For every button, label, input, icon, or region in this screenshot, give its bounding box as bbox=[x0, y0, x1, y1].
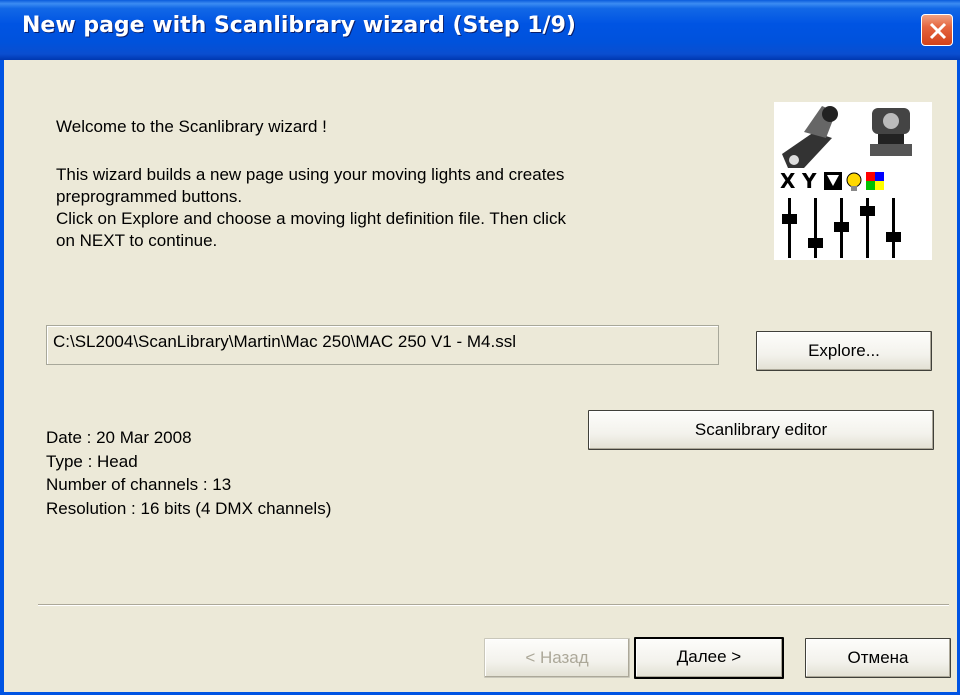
scanlibrary-editor-button[interactable]: Scanlibrary editor bbox=[588, 410, 934, 450]
explore-button[interactable]: Explore... bbox=[756, 331, 932, 371]
back-button[interactable]: < Назад bbox=[484, 638, 630, 678]
dialog-body: Welcome to the Scanlibrary wizard ! This… bbox=[4, 60, 957, 692]
faders-icon bbox=[782, 198, 901, 258]
info-channels: Number of channels : 13 bbox=[46, 475, 232, 494]
title-bar[interactable]: New page with Scanlibrary wizard (Step 1… bbox=[0, 0, 960, 60]
footer-divider bbox=[38, 604, 949, 606]
welcome-text: Welcome to the Scanlibrary wizard ! bbox=[56, 117, 327, 136]
intro-line-1: This wizard builds a new page using your… bbox=[56, 165, 565, 184]
moving-head-icon bbox=[782, 106, 838, 168]
intro-line-3: Click on Explore and choose a moving lig… bbox=[56, 209, 566, 228]
info-date: Date : 20 Mar 2008 bbox=[46, 428, 192, 447]
close-button[interactable] bbox=[921, 14, 953, 46]
wizard-dialog: New page with Scanlibrary wizard (Step 1… bbox=[0, 0, 960, 695]
info-type: Type : Head bbox=[46, 452, 138, 471]
close-icon bbox=[929, 22, 947, 40]
scanner-icon bbox=[870, 108, 912, 156]
logo-y-label: Y bbox=[801, 169, 817, 193]
window-title: New page with Scanlibrary wizard (Step 1… bbox=[22, 13, 576, 38]
intro-line-4: on NEXT to continue. bbox=[56, 231, 218, 250]
cancel-button[interactable]: Отмена bbox=[805, 638, 951, 678]
logo-x-label: X bbox=[780, 169, 796, 193]
definition-file-path: C:\SL2004\ScanLibrary\Martin\Mac 250\MAC… bbox=[46, 325, 719, 365]
info-resolution: Resolution : 16 bits (4 DMX channels) bbox=[46, 499, 332, 518]
next-button[interactable]: Далее > bbox=[634, 637, 784, 679]
moving-light-logo: X Y bbox=[774, 102, 932, 260]
intro-line-2: preprogrammed buttons. bbox=[56, 187, 243, 206]
